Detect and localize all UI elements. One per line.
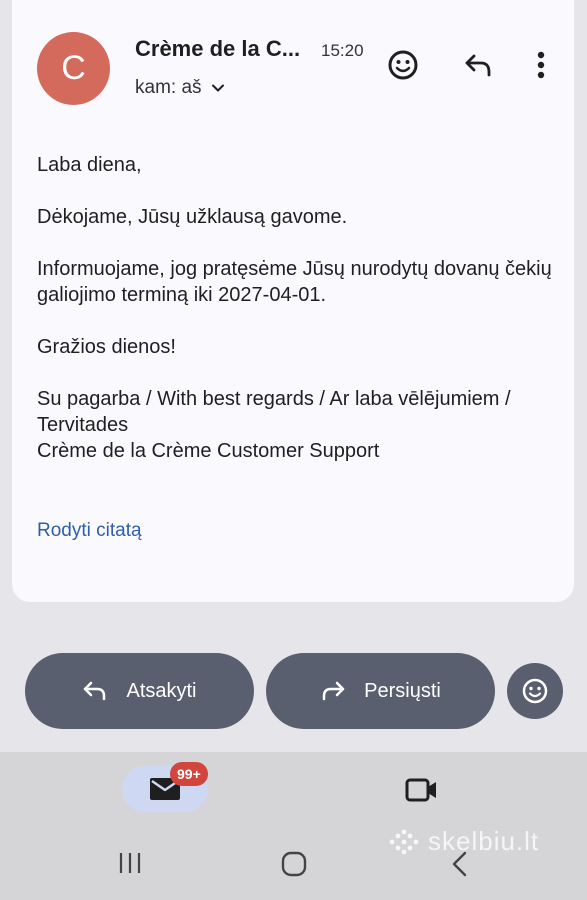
show-quote-link[interactable]: Rodyti citatą [37, 520, 142, 542]
reply-button-label: Atsakyti [126, 679, 197, 702]
watermark-text: skelbiu.lt [428, 826, 540, 856]
reply-icon[interactable] [458, 45, 498, 85]
reply-button[interactable]: Atsakyti [25, 653, 254, 729]
mail-unread-badge: 99+ [170, 762, 208, 786]
email-time: 15:20 [321, 41, 364, 60]
more-vert-icon[interactable] [525, 45, 557, 85]
forward-icon [322, 681, 345, 701]
watermark-dots-icon [389, 829, 419, 854]
back-icon [452, 851, 467, 877]
email-line: Gražios dienos! [37, 336, 176, 358]
email-body: Laba diena, Dėkojame, Jūsų užklausą gavo… [37, 152, 557, 464]
recent-apps-icon [119, 853, 141, 873]
meet-tab[interactable] [402, 772, 442, 808]
sender-name[interactable]: Crème de la C... [135, 36, 300, 62]
home-icon [281, 851, 307, 877]
reply-icon [84, 681, 106, 701]
email-greeting: Laba diena, [37, 154, 142, 176]
home-button[interactable] [280, 850, 308, 883]
email-line: Informuojame, jog pratęsėme Jūsų nurodyt… [37, 258, 552, 306]
email-signature-company: Crème de la Crème Customer Support [37, 440, 380, 462]
add-reaction-icon[interactable] [383, 45, 423, 85]
video-camera-icon [405, 778, 436, 802]
forward-button-label: Persiųsti [364, 679, 441, 702]
recipient-label: kam: aš [135, 77, 202, 98]
chevron-down-icon [211, 84, 224, 92]
add-reaction-icon [522, 678, 548, 704]
avatar-letter: C [61, 49, 86, 87]
forward-button[interactable]: Persiųsti [266, 653, 495, 729]
recent-apps-button[interactable] [117, 850, 143, 881]
recipient-toggle[interactable]: kam: aš [135, 77, 226, 99]
emoji-reaction-button[interactable] [507, 663, 563, 719]
back-button[interactable] [448, 850, 470, 883]
email-line: Dėkojame, Jūsų užklausą gavome. [37, 206, 348, 228]
email-signature: Su pagarba / With best regards / Ar laba… [37, 388, 511, 436]
sender-avatar[interactable]: C [37, 32, 110, 105]
